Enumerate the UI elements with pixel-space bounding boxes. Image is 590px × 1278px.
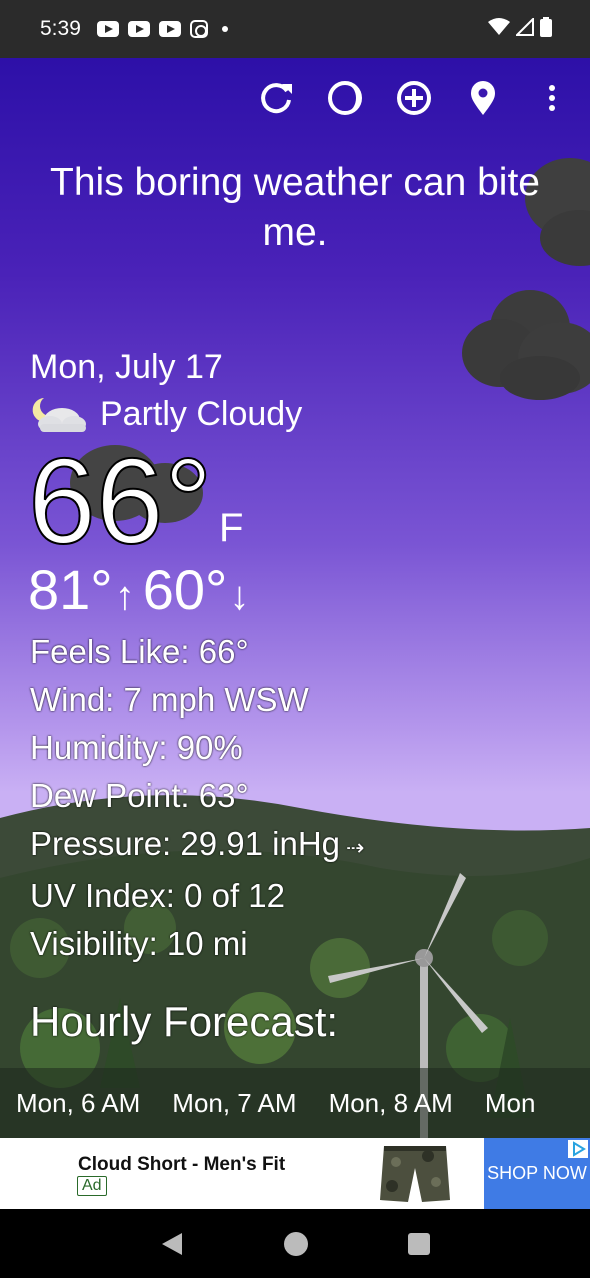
youtube-notification-icon [96,21,119,37]
arrow-down-icon: ↓ [229,574,250,618]
pressure-steady-arrow-icon: ⇢ [346,835,365,860]
feels-like: Feels Like: 66° [30,633,249,670]
temperature-unit: F [219,506,244,550]
uv-index: UV Index: 0 of 12 [30,877,285,914]
high-low-temps: 81° ↑ 60° ↓ [28,558,257,628]
partly-cloudy-night-icon [32,398,86,432]
toolbar [225,80,570,116]
headline-text: This boring weather can bite me. [50,161,540,254]
arrow-up-icon: ↑ [114,574,135,618]
home-icon[interactable] [283,1231,309,1257]
youtube-notification-icon [158,21,181,37]
ad-title[interactable]: Cloud Short - Men's Fit [78,1154,285,1176]
hourly-item[interactable]: Mon, 8 AM [329,1088,453,1119]
moon-phase-icon [328,81,362,115]
overflow-menu-button[interactable] [534,80,570,116]
low-temp: 60° [142,558,228,621]
humidity: Humidity: 90% [30,729,243,766]
current-temperature: 66° [27,433,213,569]
hourly-forecast-title: Hourly Forecast: [30,998,339,1045]
weather-details: Feels Like: 66° Wind: 7 mph WSW Humidity… [30,628,364,968]
pressure: Pressure: 29.91 inHg [30,825,341,862]
weather-scene: This boring weather can bite me. Mon, Ju… [0,58,590,1138]
condition-label: Partly Cloudy [100,394,303,433]
system-nav-bar [0,1209,590,1278]
add-location-button[interactable] [396,80,432,116]
hourly-item[interactable]: Mon, 7 AM [172,1088,296,1119]
wind: Wind: 7 mph WSW [30,681,309,718]
high-temp: 81° [28,558,113,621]
more-notifications-dot-icon [221,26,228,32]
dew-point: Dew Point: 63° [30,777,249,814]
wifi-icon [488,18,510,35]
status-bar: 5:39 [0,0,590,58]
location-pin-icon [471,81,495,115]
moon-phase-button[interactable] [327,80,363,116]
add-location-icon [397,81,431,115]
refresh-icon [261,83,292,114]
adchoices-icon[interactable] [568,1140,588,1158]
pressure-row: Pressure: 29.91 inHg ⇢ [30,820,364,872]
back-icon[interactable] [160,1232,184,1256]
youtube-notification-icon [127,21,150,37]
ad-badge: Ad [77,1176,107,1196]
visibility: Visibility: 10 mi [30,925,248,962]
instagram-notification-icon [189,20,208,38]
signal-icon [516,18,534,36]
current-date: Mon, July 17 [30,348,223,386]
location-button[interactable] [465,80,501,116]
refresh-button[interactable] [258,80,294,116]
more-vert-icon [549,85,555,111]
cloud-decoration [462,290,590,400]
hourly-item[interactable]: Mon [485,1088,536,1119]
current-condition: Partly Cloudy [30,394,302,434]
hourly-forecast-strip[interactable]: Mon, 6 AM Mon, 7 AM Mon, 8 AM Mon [0,1068,590,1138]
ad-banner[interactable]: Cloud Short - Men's Fit Ad SHOP NOW [0,1138,590,1209]
shorts-product-image[interactable] [378,1142,452,1206]
recents-icon[interactable] [408,1232,431,1255]
hourly-item[interactable]: Mon, 6 AM [16,1088,140,1119]
status-time: 5:39 [40,17,81,40]
battery-icon [540,17,552,37]
